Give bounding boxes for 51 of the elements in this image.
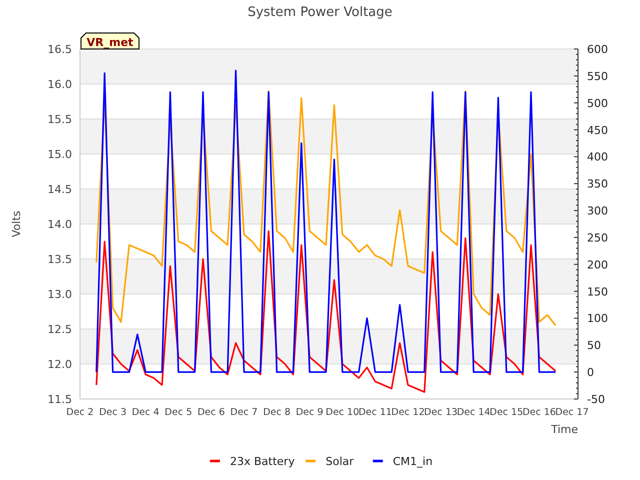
y-tick-label: 13.5	[48, 253, 72, 266]
x-tick-label: Dec 3	[99, 407, 127, 418]
y2-tick-label: 250	[587, 231, 608, 244]
x-tick-label: Dec 11	[358, 407, 392, 418]
x-tick-label: Dec 12	[391, 407, 425, 418]
y-tick-label: 11.5	[48, 393, 72, 406]
y-tick-label: 12.0	[48, 358, 72, 371]
x-tick-label: Dec 2	[66, 407, 94, 418]
legend-swatch	[306, 460, 316, 462]
y2-tick-label: 450	[587, 124, 608, 137]
legend-label: Solar	[326, 455, 354, 468]
x-tick-label: Dec 9	[296, 407, 324, 418]
y-tick-label: 12.5	[48, 323, 72, 336]
site-label: VR_met	[80, 32, 140, 50]
y-tick-label: 15.0	[48, 148, 72, 161]
x-tick-label: Dec 6	[197, 407, 225, 418]
y2-tick-label: 350	[587, 178, 608, 191]
legend-swatch	[210, 460, 220, 462]
y-tick-label: 13.0	[48, 288, 72, 301]
y2-tick-label: 50	[587, 339, 601, 352]
x-tick-label: Dec 13	[424, 407, 458, 418]
y2-tick-label: 500	[587, 96, 608, 110]
y2-tick-label: 300	[587, 204, 608, 218]
y2-tick-label: 400	[587, 150, 608, 164]
chart-title: System Power Voltage	[248, 5, 392, 20]
y2-tick-label: 150	[587, 285, 608, 298]
y2-tick-label: 550	[587, 70, 608, 83]
y2-tick-label: 100	[587, 312, 608, 326]
legend-swatch	[372, 460, 383, 462]
y2-tick-label: -50	[587, 393, 605, 406]
x-tick-label: Dec 4	[132, 407, 160, 418]
x-tick-label: Dec 16	[522, 407, 556, 418]
y2-tick-label: 200	[587, 258, 608, 272]
y2-tick-label: 0	[587, 366, 594, 380]
y-axis-label: Volts	[10, 210, 23, 238]
y-tick-label: 15.5	[48, 113, 72, 126]
y-tick-label: 16.0	[48, 78, 72, 91]
y-tick-label: 14.5	[48, 183, 72, 196]
legend-label: 23x Battery	[230, 455, 295, 468]
x-tick-label: Dec 14	[456, 407, 490, 418]
legend-label: CM1_in	[392, 455, 433, 468]
x-axis-label: Time	[551, 423, 578, 436]
x-tick-label: Dec 5	[164, 407, 192, 418]
x-tick-label: Dec 15	[490, 407, 524, 418]
x-tick-label: Dec 8	[263, 407, 291, 418]
x-tick-label: Dec 10	[326, 407, 360, 418]
y2-tick-label: 600	[587, 43, 608, 56]
y-tick-label: 16.5	[48, 43, 72, 56]
y-tick-label: 14.0	[48, 218, 72, 231]
x-tick-label: Dec 17	[555, 407, 589, 418]
x-tick-label: Dec 7	[230, 407, 258, 418]
